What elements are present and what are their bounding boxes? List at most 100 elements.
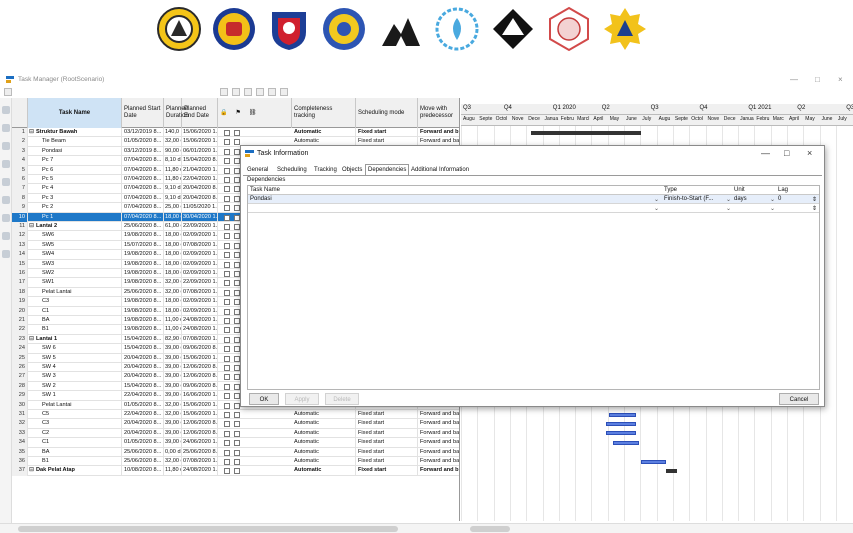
row-number[interactable]: 13 [12, 240, 28, 251]
row-checkbox[interactable] [224, 205, 230, 212]
tab-objects[interactable]: Objects [340, 165, 364, 175]
indent-icon[interactable] [220, 88, 228, 96]
planned-end-cell[interactable]: 21/04/2020 1... [182, 165, 218, 175]
row-checkbox[interactable] [224, 271, 230, 277]
planned-start-cell[interactable]: 25/06/2020 8... [122, 287, 164, 298]
row-number[interactable]: 37 [12, 466, 28, 476]
unit-dropdown-arrow-icon[interactable]: ⌄ [770, 196, 775, 203]
row-checkbox[interactable] [234, 468, 240, 475]
row-checkbox[interactable] [234, 130, 240, 136]
task-name-cell[interactable]: SW3 [28, 259, 122, 269]
row-number[interactable]: 27 [12, 372, 28, 382]
row-number[interactable]: 4 [12, 156, 28, 166]
planned-duration-cell[interactable]: 18,00 d [164, 212, 182, 222]
row-number[interactable]: 3 [12, 146, 28, 157]
gantt-task-bar[interactable] [641, 459, 666, 464]
row-checkbox[interactable] [234, 459, 240, 465]
row-number[interactable]: 12 [12, 231, 28, 241]
planned-start-cell[interactable]: 20/04/2020 8... [122, 363, 164, 373]
row-number[interactable]: 8 [12, 193, 28, 204]
planned-end-cell[interactable]: 22/09/2020 1... [182, 222, 218, 232]
new-unit-dropdown-arrow-icon[interactable]: ⌄ [770, 205, 775, 212]
planned-duration-cell[interactable]: 39,00 d [164, 419, 182, 429]
move-with-predecessor-cell[interactable]: Forward and ba [418, 448, 459, 457]
grid-view-icon[interactable] [4, 88, 12, 96]
header-planned-duration[interactable]: Planned Duration [164, 98, 189, 128]
planned-duration-cell[interactable]: 25,00 d [164, 203, 182, 213]
minimize-button[interactable]: — [790, 75, 798, 84]
gantt-task-bar[interactable] [606, 431, 636, 436]
task-row[interactable]: 33 C2 20/04/2020 8... 39,00 d 12/06/2020 8..… [12, 428, 459, 439]
tab-general[interactable]: General [245, 165, 270, 175]
task-row[interactable]: 37 Dak Pelat Atap 10/08/2020 8... 11,80 d 24… [12, 466, 459, 476]
row-checkbox[interactable] [224, 336, 230, 343]
row-number[interactable]: 34 [12, 438, 28, 448]
row-checkbox[interactable] [224, 177, 230, 183]
row-checkbox[interactable] [234, 430, 240, 437]
planned-end-cell[interactable]: 02/09/2020 1... [182, 269, 218, 279]
row-number[interactable]: 23 [12, 334, 28, 345]
planned-end-cell[interactable]: 16/06/2020 1... [182, 391, 218, 401]
row-number[interactable]: 24 [12, 344, 28, 354]
collapse-toggle-icon[interactable]: ⊟ [29, 466, 34, 475]
task-row[interactable]: 32 C3 20/04/2020 8... 39,00 d 12/06/2020 8..… [12, 419, 459, 429]
planned-duration-cell[interactable]: 32,00 d [164, 137, 182, 147]
planned-start-cell[interactable]: 19/08/2020 8... [122, 231, 164, 241]
planned-duration-cell[interactable]: 140,0 [164, 128, 182, 138]
completeness-cell[interactable]: Automatic [292, 419, 356, 429]
new-type-dropdown-arrow-icon[interactable]: ⌄ [726, 205, 731, 212]
planned-end-cell[interactable]: 15/04/2020 8... [182, 156, 218, 166]
planned-duration-cell[interactable]: 39,00 d [164, 438, 182, 448]
planned-duration-cell[interactable]: 32,00 d [164, 278, 182, 288]
row-checkbox[interactable] [234, 440, 240, 447]
gantt-task-bar[interactable] [613, 440, 639, 445]
task-name-cell[interactable]: Dak Pelat Atap [28, 466, 122, 476]
planned-end-cell[interactable]: 07/08/2020 1... [182, 287, 218, 298]
row-number[interactable]: 10 [12, 212, 28, 222]
planned-start-cell[interactable]: 01/05/2020 8... [122, 137, 164, 147]
task-name-cell[interactable]: Pc 7 [28, 156, 122, 166]
move-with-predecessor-cell[interactable]: Forward and b [418, 128, 459, 137]
row-checkbox[interactable] [224, 167, 230, 174]
planned-duration-cell[interactable]: 18,00 d [164, 259, 182, 269]
planned-start-cell[interactable]: 01/05/2020 8... [122, 438, 164, 448]
move-with-predecessor-cell[interactable]: Forward and b [418, 466, 459, 475]
completeness-cell[interactable]: Automatic [292, 128, 356, 138]
header-scheduling[interactable]: Scheduling mode [356, 98, 418, 128]
task-name-cell[interactable]: SW 4 [28, 363, 122, 373]
planned-end-cell[interactable]: 22/09/2020 1... [182, 278, 218, 288]
scheduling-mode-cell[interactable]: Fixed start [356, 419, 418, 429]
planned-start-cell[interactable]: 03/12/2019 8... [122, 146, 164, 157]
row-checkbox[interactable] [224, 318, 230, 324]
planned-duration-cell[interactable]: 11,00 d [164, 316, 182, 326]
row-number[interactable]: 32 [12, 419, 28, 429]
planned-end-cell[interactable]: 09/06/2020 8... [182, 344, 218, 354]
link-tasks-icon[interactable] [244, 88, 252, 96]
tool-icon-6[interactable] [2, 196, 10, 204]
planned-duration-cell[interactable]: 61,00 d [164, 222, 182, 232]
planned-duration-cell[interactable]: 9,10 d [164, 193, 182, 204]
task-name-cell[interactable]: Pc 3 [28, 193, 122, 204]
tool-icon-9[interactable] [2, 250, 10, 258]
header-planned-end[interactable]: Planned End Date [182, 98, 218, 128]
row-number[interactable]: 26 [12, 363, 28, 373]
planned-end-cell[interactable]: 15/06/2020 1... [182, 410, 218, 420]
dependency-task-name[interactable]: Pondasi [250, 196, 272, 202]
planned-start-cell[interactable]: 15/04/2020 8... [122, 334, 164, 345]
planned-end-cell[interactable]: 20/04/2020 8... [182, 184, 218, 194]
task-name-cell[interactable]: Pc 1 [28, 212, 122, 222]
header-move-with-predecessor[interactable]: Move with predecessor [418, 98, 459, 128]
planned-end-cell[interactable]: 12/06/2020 8... [182, 363, 218, 373]
row-checkbox[interactable] [234, 412, 240, 418]
planned-end-cell[interactable]: 15/06/2020 1... [182, 128, 218, 138]
tool-icon-2[interactable] [2, 124, 10, 132]
task-name-cell[interactable]: C1 [28, 306, 122, 316]
row-number[interactable]: 20 [12, 306, 28, 316]
completeness-cell[interactable]: Automatic [292, 438, 356, 448]
planned-duration-cell[interactable]: 82,90 d [164, 334, 182, 345]
tool-icon-4[interactable] [2, 160, 10, 168]
dependency-new-row[interactable]: ⌄ ⌄ ⌄ ⇕ [248, 204, 819, 213]
scheduling-mode-cell[interactable]: Fixed start [356, 466, 418, 476]
row-number[interactable]: 21 [12, 316, 28, 326]
row-checkbox[interactable] [224, 412, 230, 418]
